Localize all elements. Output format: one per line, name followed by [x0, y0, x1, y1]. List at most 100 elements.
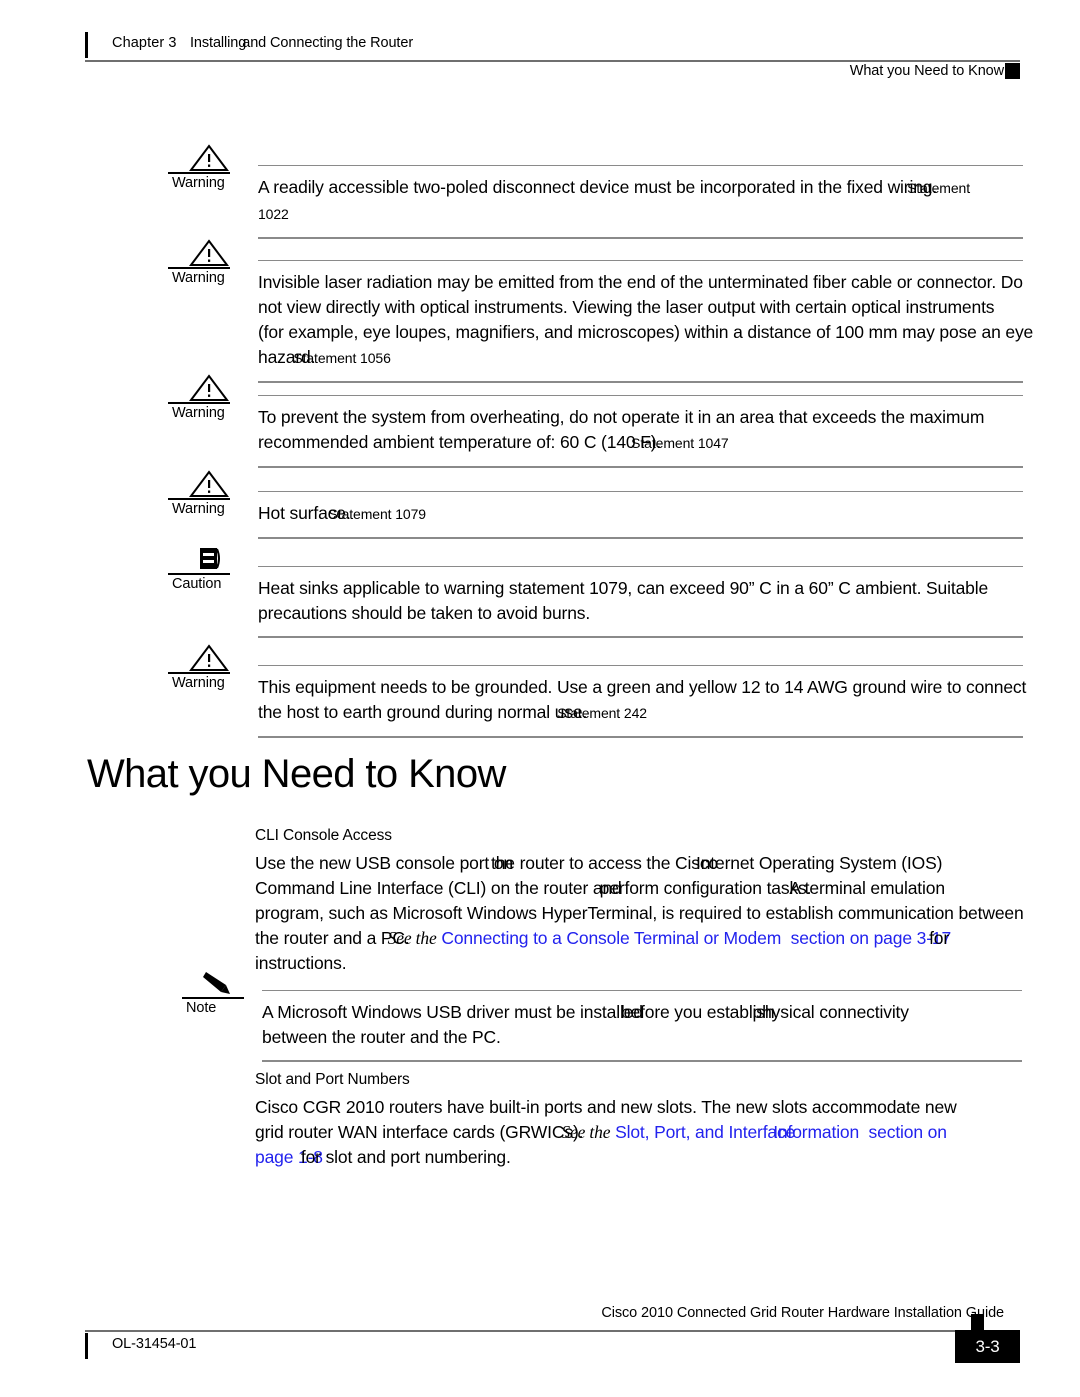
admonition-body: Hot surface.Statement 1079 [258, 491, 1023, 539]
admonition-bottom-rule [258, 237, 1023, 239]
admonition-line: Invisible laser radiation may be emitted… [258, 272, 1023, 293]
admonition-label: Warning [172, 501, 225, 517]
para-segment: the router to access the Cisco [491, 853, 718, 873]
admonition-bottom-rule [258, 466, 1023, 468]
note-segment: physical connectivity [752, 1002, 910, 1023]
admonition-statement: Statement 1047 [631, 435, 729, 452]
admonition-line: recommended ambient temperature of: 60 C… [258, 432, 662, 453]
admonition-text: A readily accessible two-poled disconnec… [258, 166, 1023, 237]
para-segment: A terminal emulation [789, 878, 945, 898]
header-chapter-number: Chapter 3 [112, 35, 177, 51]
admonition-body: This equipment needs to be grounded. Use… [258, 665, 1027, 738]
warning-triangle-icon [186, 643, 232, 673]
footer-left-rule [85, 1333, 88, 1359]
admonition-text: To prevent the system from overheating, … [258, 396, 1023, 466]
admonition-label: Warning [172, 270, 225, 286]
admonition-body: Heat sinks applicable to warning stateme… [258, 566, 1023, 638]
warning-triangle-icon [186, 373, 232, 403]
admonition-line: precautions should be taken to avoid bur… [258, 603, 591, 624]
paragraph-cli-console-access: Use the new USB console port onthe route… [255, 851, 1055, 976]
admonition-statement: Statement 1056 [293, 350, 391, 367]
admonition-text: A Microsoft Windows USB driver must be i… [262, 991, 1022, 1060]
admonition-body: A readily accessible two-poled disconnec… [258, 165, 1023, 239]
admonition-statement: Statement 1079 [328, 506, 427, 523]
warning-triangle-icon [186, 238, 232, 268]
admonition-label: Warning [172, 175, 225, 191]
admonition-icon-rule [182, 997, 244, 999]
admonition-bottom-rule [258, 736, 1023, 738]
para-segment: for [929, 928, 950, 948]
subheading-slot-and-port-numbers: Slot and Port Numbers [255, 1071, 410, 1088]
header-section-title: What you Need to Know [849, 63, 1004, 79]
admonition-line: A readily accessible two-poled disconnec… [258, 177, 938, 198]
admonition-bottom-rule [258, 636, 1023, 638]
admonition-statement: Statement [907, 180, 971, 197]
admonition-line: Heat sinks applicable to warning stateme… [258, 578, 989, 599]
admonition-text: Hot surface.Statement 1079 [258, 492, 1023, 537]
admonition-text: Heat sinks applicable to warning stateme… [258, 567, 1023, 636]
admonition-icon-rule [168, 672, 230, 674]
para-segment: perform configuration tasks. [599, 878, 812, 898]
footer-page-number: 3-3 [955, 1330, 1020, 1363]
para-segment: program, such as Microsoft Windows Hyper… [255, 903, 1024, 923]
admonition-body: To prevent the system from overheating, … [258, 395, 1023, 468]
note-segment: between the router and the PC. [262, 1027, 501, 1048]
para-segment-italic: See the [561, 1122, 611, 1142]
admonition-line: To prevent the system from overheating, … [258, 407, 985, 428]
page-header: Chapter 3 Installingand Connecting the R… [85, 30, 1020, 79]
para-segment: Use the new USB console port on [255, 853, 513, 873]
paragraph-slot-and-port-numbers: Cisco CGR 2010 routers have built-in por… [255, 1095, 1055, 1170]
para-segment: Internet Operating System (IOS) [696, 853, 943, 873]
admonition-label: Warning [172, 675, 225, 691]
link-information[interactable]: Information [773, 1122, 859, 1142]
link-section-on[interactable]: section on [869, 1122, 947, 1142]
header-chapter-title: Installingand Connecting the Router [190, 35, 413, 51]
para-segment: Command Line Interface (CLI) on the rout… [255, 878, 622, 898]
link-slot-port-interface[interactable]: Slot, Port, and Interface [615, 1122, 795, 1142]
admonition-icon-rule [168, 172, 230, 174]
admonition-body: A Microsoft Windows USB driver must be i… [262, 990, 1022, 1062]
para-segment: instructions. [255, 953, 347, 973]
admonition-bottom-rule [262, 1060, 1022, 1062]
admonition-line: the host to earth ground during normal u… [258, 702, 588, 723]
admonition-statement: Statement 242 [557, 705, 647, 722]
footer-tab-marker [971, 1314, 984, 1331]
para-segment: Cisco CGR 2010 routers have built-in por… [255, 1097, 957, 1117]
caution-block-icon [186, 544, 232, 574]
header-chapter-title-part2: and Connecting the Router [242, 35, 414, 51]
subheading-cli-console-access: CLI Console Access [255, 827, 392, 844]
para-segment: for slot and port numbering. [300, 1147, 511, 1167]
link-connecting-console-terminal[interactable]: Connecting to a Console Terminal or Mode… [441, 928, 781, 948]
para-segment: grid router WAN interface cards (GRWICs)… [255, 1122, 584, 1142]
admonition-statement-number: 1022 [258, 206, 289, 223]
header-divider [85, 60, 1020, 62]
admonition-line: not view directly with optical instrumen… [258, 297, 995, 318]
admonition-line: This equipment needs to be grounded. Use… [258, 677, 1027, 698]
page-footer: Cisco 2010 Connected Grid Router Hardwar… [85, 1305, 1020, 1365]
header-tab-marker [1005, 63, 1020, 79]
admonition-bottom-rule [258, 537, 1023, 539]
note-segment: before you establish [620, 1002, 775, 1023]
admonition-icon-rule [168, 402, 230, 404]
admonition-label: Caution [172, 576, 222, 592]
admonition-line: (for example, eye loupes, magnifiers, an… [258, 322, 1034, 343]
footer-divider [85, 1330, 1020, 1332]
admonition-text: Invisible laser radiation may be emitted… [258, 261, 1034, 381]
page-title: What you Need to Know [87, 752, 506, 796]
warning-triangle-icon [186, 143, 232, 173]
header-left-rule [85, 32, 88, 58]
footer-document-id: OL-31454-01 [112, 1336, 197, 1352]
warning-triangle-icon [186, 469, 232, 499]
para-segment: the router and a PC. [255, 928, 410, 948]
link-section-on-page[interactable]: section on page [791, 928, 912, 948]
admonition-bottom-rule [258, 381, 1023, 383]
footer-document-title: Cisco 2010 Connected Grid Router Hardwar… [601, 1305, 1004, 1321]
admonition-label: Note [186, 1000, 217, 1016]
admonition-icon-rule [168, 573, 230, 575]
note-segment: A Microsoft Windows USB driver must be i… [262, 1002, 643, 1023]
admonition-body: Invisible laser radiation may be emitted… [258, 260, 1034, 383]
header-chapter-title-part1: Installing [190, 35, 247, 51]
admonition-icon-rule [168, 498, 230, 500]
admonition-text: This equipment needs to be grounded. Use… [258, 666, 1027, 736]
note-pencil-icon [200, 968, 246, 998]
